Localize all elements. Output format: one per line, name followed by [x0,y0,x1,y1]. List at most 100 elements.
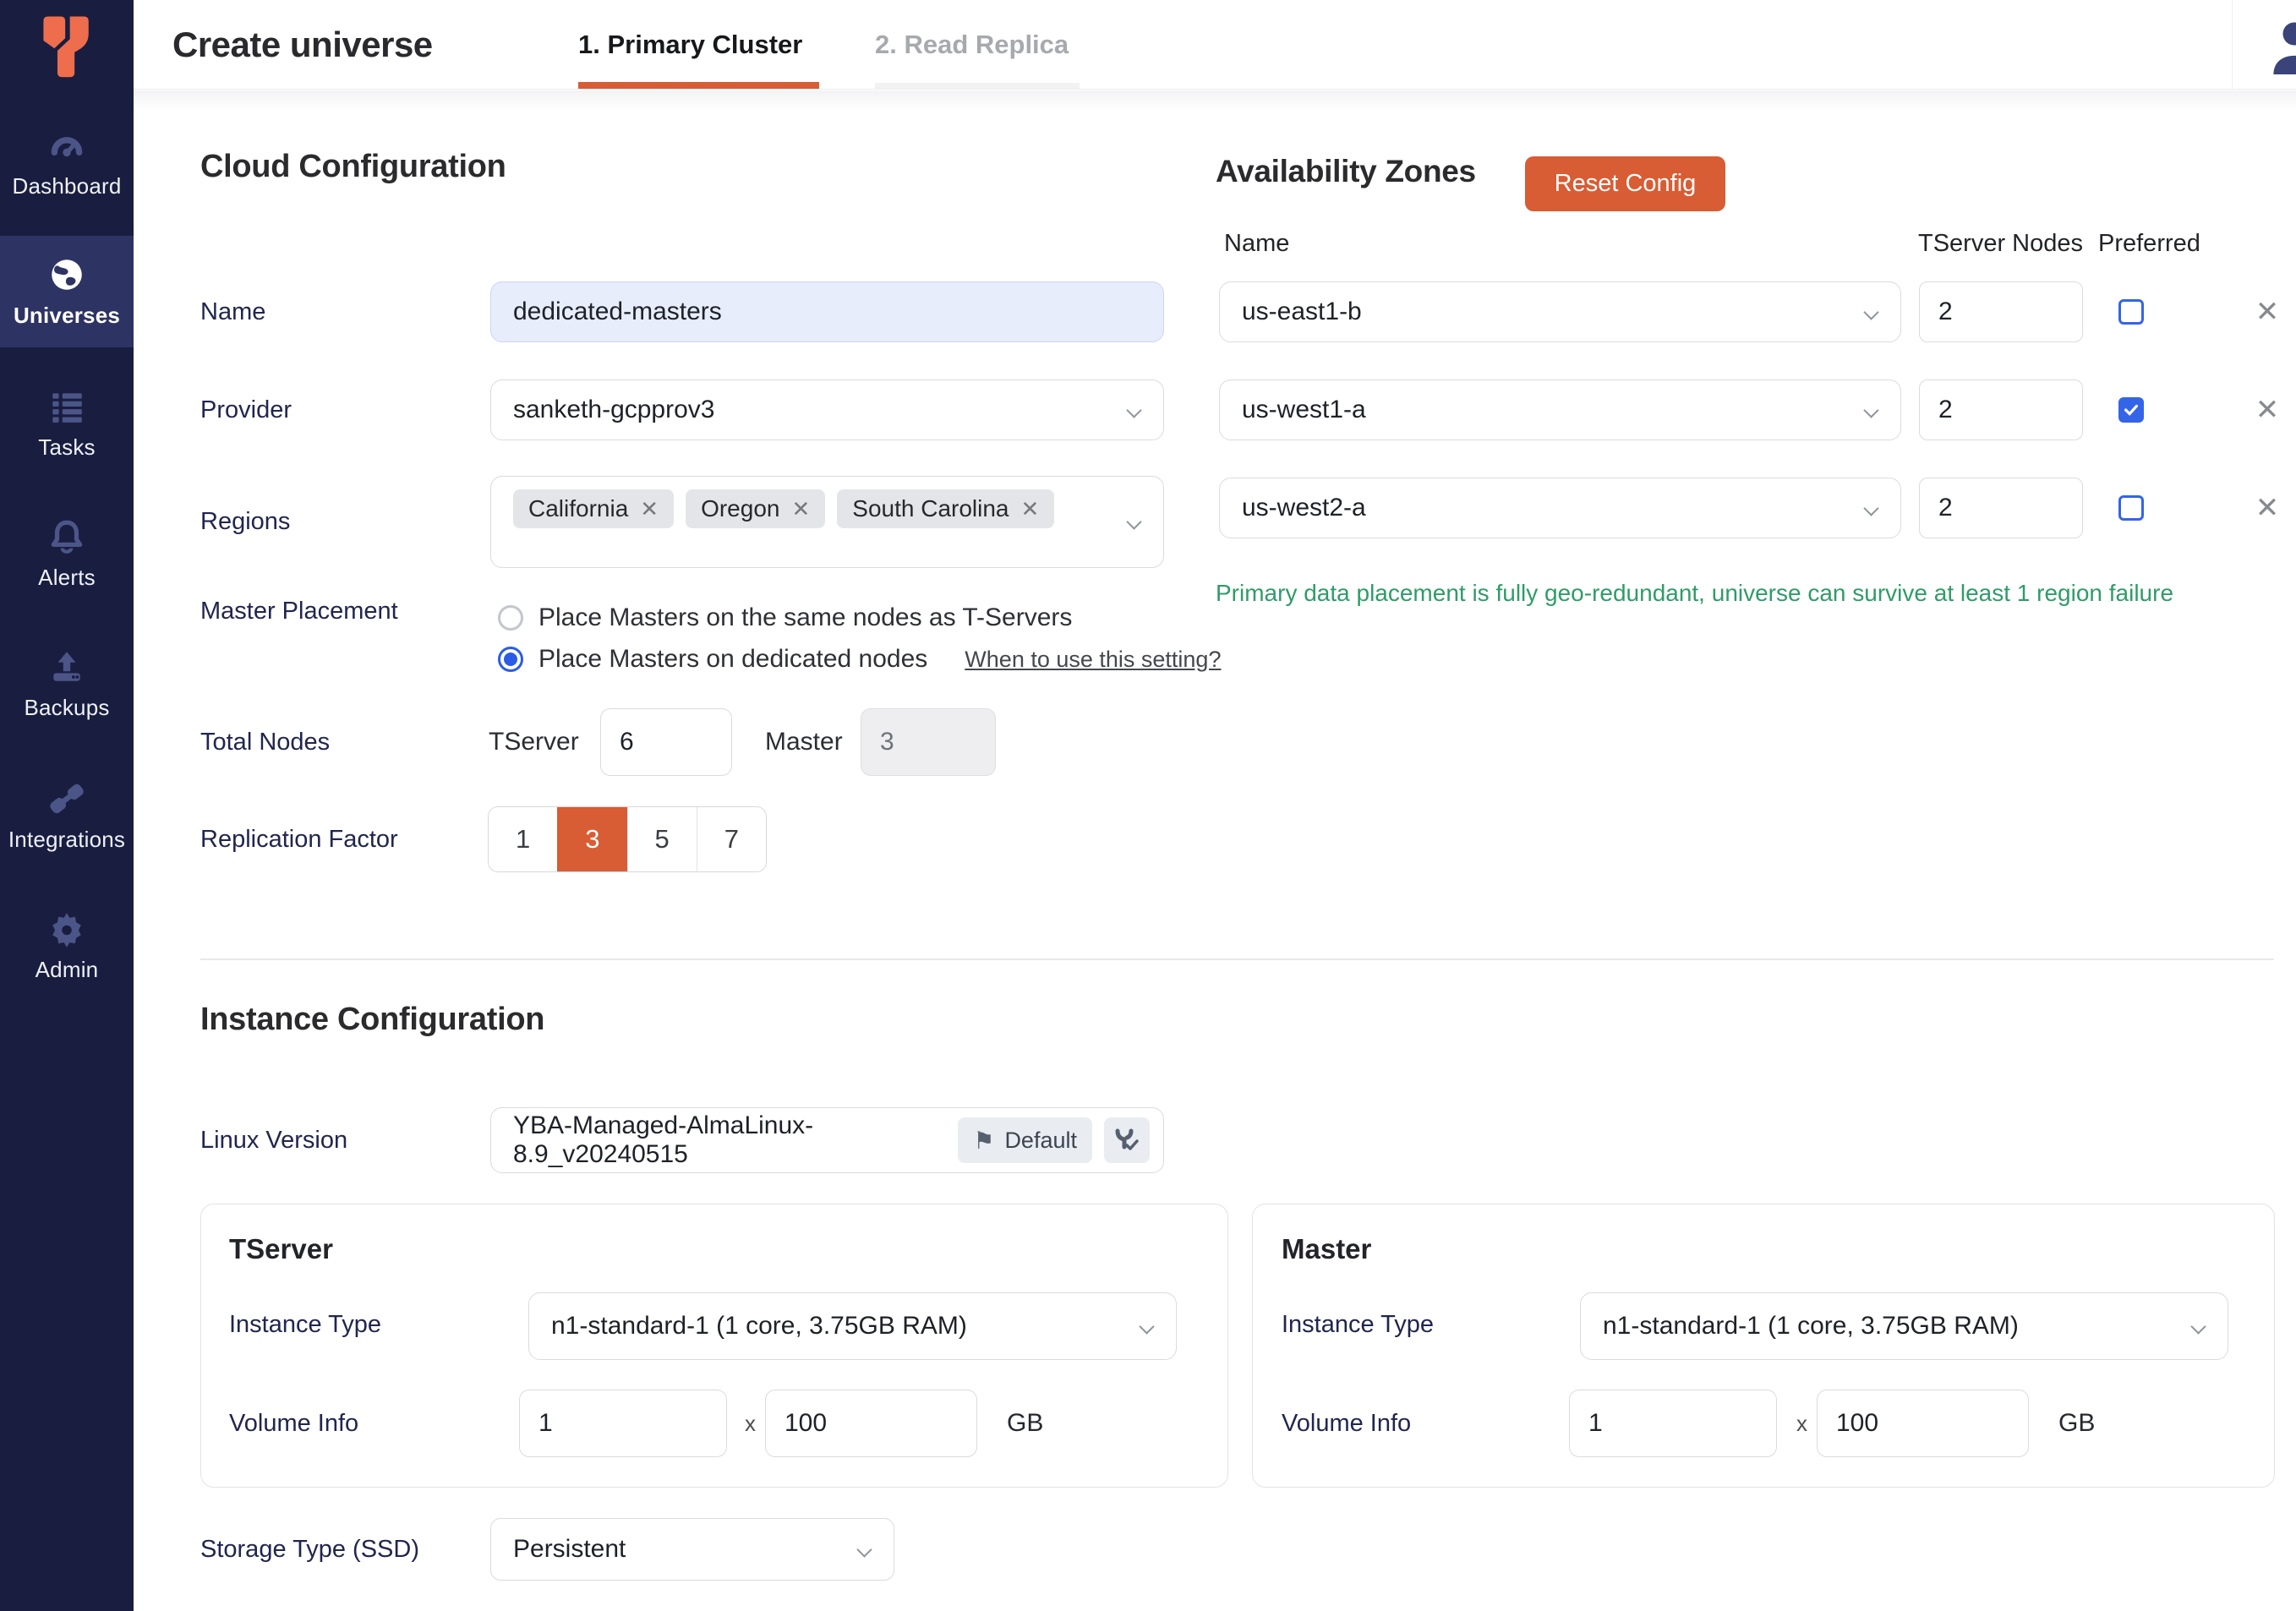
az-nodes-input-row-3[interactable] [1919,478,2083,538]
chevron-down-icon [856,1542,872,1557]
az-preferred-checkbox-row-2[interactable] [2118,397,2144,423]
master-panel-heading: Master [1282,1233,1371,1265]
page-title: Create universe [172,0,433,90]
az-remove-row-1[interactable]: ✕ [2249,281,2286,342]
volume-times-label: x [745,1390,756,1457]
tserver-instance-type-label: Instance Type [229,1291,381,1358]
az-nodes-input-row-1[interactable] [1919,281,2083,342]
region-chip: Oregon ✕ [686,489,825,528]
master-volume-size-input[interactable] [1817,1390,2029,1457]
az-preferred-checkbox-row-3[interactable] [2118,495,2144,521]
radio-dedicated-nodes[interactable] [498,647,523,672]
master-instance-type-label: Instance Type [1282,1291,1434,1358]
yugabyte-logo[interactable] [22,8,112,93]
az-column-nodes: TServer Nodes [1918,230,2083,258]
master-volume-count-input[interactable] [1569,1390,1777,1457]
reset-config-button[interactable]: Reset Config [1525,156,1725,211]
region-chip: California ✕ [513,489,674,528]
when-to-use-link[interactable]: When to use this setting? [965,647,1221,673]
chevron-down-icon [1126,402,1141,418]
sidebar-item-label: Universes [14,303,120,329]
chevron-down-icon [1126,514,1141,529]
volume-unit-label: GB [1007,1390,1043,1457]
universe-name-input[interactable] [491,282,1163,341]
radio-label: Place Masters on dedicated nodes [538,645,927,674]
sidebar-item-label: Alerts [38,565,96,591]
check-icon [2122,401,2140,419]
replication-factor-label: Replication Factor [200,806,398,872]
tserver-volume-size-input[interactable] [765,1390,977,1457]
tserver-volume-count-input[interactable] [519,1390,727,1457]
sidebar-item-tasks[interactable]: Tasks [0,368,134,479]
yba-managed-badge [1104,1117,1150,1163]
tserver-instance-type-select[interactable]: n1-standard-1 (1 core, 3.75GB RAM) [528,1292,1177,1360]
az-name: us-east1-b [1242,298,1362,326]
sidebar-item-admin[interactable]: Admin [0,890,134,1002]
provider-select[interactable]: sanketh-gcpprov3 [490,380,1164,440]
integrations-plug-icon [47,779,86,818]
regions-label: Regions [200,476,290,568]
linux-version-label: Linux Version [200,1107,347,1173]
yb-verified-icon [1114,1128,1140,1152]
chevron-down-icon [2190,1319,2206,1334]
remove-region-icon[interactable]: ✕ [1021,496,1040,522]
sidebar-item-alerts[interactable]: Alerts [0,498,134,609]
universe-name-field-wrap [490,281,1164,342]
tab-read-replica[interactable]: 2. Read Replica [875,0,1080,90]
az-select-row-1[interactable]: us-east1-b [1219,281,1901,342]
region-chip-label: Oregon [701,495,779,522]
tab-primary-cluster[interactable]: 1. Primary Cluster [578,0,819,90]
section-divider [200,958,2274,960]
rf-option-1[interactable]: 1 [489,807,557,871]
az-column-preferred: Preferred [2098,230,2200,258]
az-column-name: Name [1224,230,1289,258]
availability-zones-heading: Availability Zones [1216,154,1476,189]
universes-globe-icon [47,255,86,294]
sidebar-item-universes[interactable]: Universes [0,236,134,347]
sidebar: Dashboard Universes Tasks [0,0,134,1611]
default-badge: ⚑ Default [958,1117,1092,1163]
admin-gear-icon [47,909,86,948]
sidebar-item-dashboard[interactable]: Dashboard [0,106,134,218]
active-tab-indicator [578,82,819,90]
region-chip: South Carolina ✕ [837,489,1054,528]
remove-region-icon[interactable]: ✕ [791,496,810,522]
chevron-down-icon [1863,304,1878,319]
az-remove-row-3[interactable]: ✕ [2249,478,2286,538]
provider-label: Provider [200,380,292,440]
az-select-row-3[interactable]: us-west2-a [1219,478,1901,538]
radio-label: Place Masters on the same nodes as T-Ser… [538,603,1072,632]
default-badge-label: Default [1004,1128,1077,1154]
volume-unit-label: GB [2058,1390,2095,1457]
storage-type-select[interactable]: Persistent [490,1518,894,1581]
tab-label: 2. Read Replica [875,30,1069,60]
tserver-panel-heading: TServer [229,1233,333,1265]
rf-option-5[interactable]: 5 [627,807,697,871]
total-nodes-label: Total Nodes [200,708,330,776]
linux-version-select[interactable]: YBA-Managed-AlmaLinux-8.9_v20240515 ⚑ De… [490,1107,1164,1173]
az-nodes-input-row-2[interactable] [1919,380,2083,440]
tserver-count-label: TServer [489,708,579,776]
remove-region-icon[interactable]: ✕ [640,496,659,522]
rf-option-7[interactable]: 7 [697,807,766,871]
chevron-down-icon [1863,500,1878,516]
az-preferred-checkbox-row-1[interactable] [2118,299,2144,325]
az-select-row-2[interactable]: us-west1-a [1219,380,1901,440]
tserver-instance-type-value: n1-standard-1 (1 core, 3.75GB RAM) [551,1312,967,1341]
user-avatar-icon[interactable] [2271,20,2296,74]
sidebar-item-backups[interactable]: Backups [0,628,134,740]
radio-same-nodes[interactable] [498,605,523,631]
master-instance-type-select[interactable]: n1-standard-1 (1 core, 3.75GB RAM) [1580,1292,2228,1360]
master-placement-label: Master Placement [200,592,398,631]
sidebar-item-integrations[interactable]: Integrations [0,760,134,871]
header-divider [2232,0,2233,90]
name-label: Name [200,281,265,342]
linux-version-value: YBA-Managed-AlmaLinux-8.9_v20240515 [513,1111,958,1169]
tserver-nodes-input[interactable] [600,708,732,776]
geo-redundancy-status: Primary data placement is fully geo-redu… [1216,580,2247,607]
alerts-bell-icon [47,517,86,556]
az-remove-row-2[interactable]: ✕ [2249,380,2286,440]
regions-multiselect[interactable]: California ✕ Oregon ✕ South Carolina ✕ [490,476,1164,568]
cloud-configuration-heading: Cloud Configuration [200,149,506,185]
rf-option-3[interactable]: 3 [557,807,626,871]
